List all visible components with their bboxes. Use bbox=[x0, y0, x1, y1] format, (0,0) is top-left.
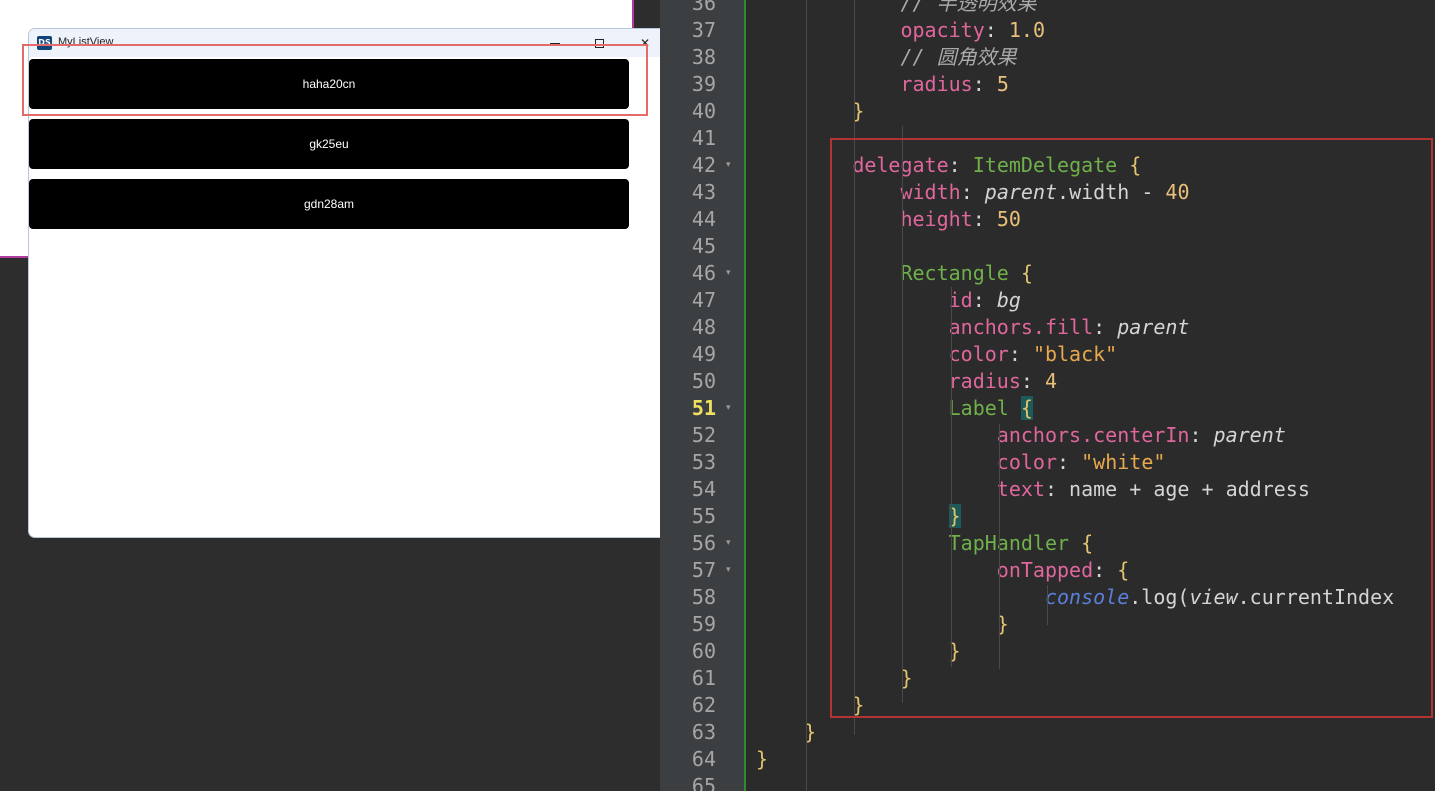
line-number: 40 bbox=[691, 99, 716, 123]
line-number: 43 bbox=[691, 180, 716, 204]
line-number: 62 bbox=[691, 693, 716, 717]
window-title: MyListView bbox=[58, 36, 114, 48]
code-line[interactable]: TapHandler { bbox=[949, 530, 1094, 557]
line-number: 57 bbox=[691, 558, 716, 582]
indent-guide bbox=[806, 0, 808, 791]
code-line[interactable]: anchors.fill: parent bbox=[949, 314, 1190, 341]
line-number: 63 bbox=[691, 720, 716, 744]
code-line[interactable]: radius: 4 bbox=[949, 368, 1057, 395]
indent-guide bbox=[854, 0, 856, 735]
line-number: 51 bbox=[691, 396, 716, 420]
line-number: 60 bbox=[691, 639, 716, 663]
line-number: 42 bbox=[691, 153, 716, 177]
code-line[interactable]: Label { bbox=[949, 395, 1033, 422]
list-item[interactable]: haha20cn bbox=[29, 59, 629, 109]
code-line[interactable]: opacity: 1.0 bbox=[900, 17, 1045, 44]
code-line[interactable]: // 圆角效果 bbox=[900, 44, 1016, 71]
list-item[interactable]: gdn28am bbox=[29, 179, 629, 229]
line-number: 46 bbox=[691, 261, 716, 285]
code-line[interactable]: // 半透明效果 bbox=[900, 0, 1036, 17]
fold-arrow-icon[interactable]: ▾ bbox=[726, 152, 736, 179]
line-number: 54 bbox=[691, 477, 716, 501]
fold-arrow-icon[interactable]: ▾ bbox=[726, 260, 736, 287]
code-editor[interactable]: 36 // 半透明效果 37 opacity: 1.0 38 // 圆角效果 39 radiu… bbox=[660, 0, 1435, 791]
code-line[interactable]: radius: 5 bbox=[900, 71, 1008, 98]
indent-guide bbox=[950, 287, 952, 667]
list-item[interactable]: gk25eu bbox=[29, 119, 629, 169]
line-number: 44 bbox=[691, 207, 716, 231]
minimize-button[interactable] bbox=[535, 32, 575, 54]
line-number: 55 bbox=[691, 504, 716, 528]
code-line[interactable]: color: "black" bbox=[949, 341, 1118, 368]
line-number: 36 bbox=[691, 0, 716, 15]
maximize-icon bbox=[594, 38, 604, 48]
indent-guide bbox=[902, 126, 904, 703]
line-number: 59 bbox=[691, 612, 716, 636]
close-icon: ✕ bbox=[639, 36, 651, 50]
line-number: 41 bbox=[691, 126, 716, 150]
line-number: 38 bbox=[691, 45, 716, 69]
list-item-label: gdn28am bbox=[303, 197, 355, 211]
code-line[interactable]: delegate: ItemDelegate { bbox=[852, 152, 1141, 179]
code-line[interactable]: onTapped: { bbox=[997, 557, 1129, 584]
fold-arrow-icon[interactable]: ▾ bbox=[726, 557, 736, 584]
code-line[interactable]: } bbox=[756, 746, 768, 773]
line-number: 48 bbox=[691, 315, 716, 339]
code-line[interactable]: id: bg bbox=[949, 287, 1021, 314]
line-number: 50 bbox=[691, 369, 716, 393]
line-number: 56 bbox=[691, 531, 716, 555]
line-number: 53 bbox=[691, 450, 716, 474]
list-item-label: gk25eu bbox=[309, 137, 349, 151]
minimize-icon bbox=[550, 42, 560, 44]
line-number: 61 bbox=[691, 666, 716, 690]
fold-arrow-icon[interactable]: ▾ bbox=[726, 395, 736, 422]
line-number: 65 bbox=[691, 774, 716, 791]
line-number: 52 bbox=[691, 423, 716, 447]
indent-guide bbox=[998, 424, 1000, 669]
line-number: 45 bbox=[691, 234, 716, 258]
code-line[interactable]: console.log(view.currentIndex bbox=[1045, 584, 1394, 611]
indent-guide bbox=[1046, 585, 1048, 625]
code-line[interactable]: height: 50 bbox=[900, 206, 1020, 233]
line-number: 47 bbox=[691, 288, 716, 312]
fold-arrow-icon[interactable]: ▾ bbox=[726, 530, 736, 557]
code-line[interactable]: width: parent.width - 40 bbox=[900, 179, 1189, 206]
app-icon: DS bbox=[37, 36, 52, 50]
window-titlebar[interactable]: DS MyListView ✕ bbox=[29, 29, 667, 57]
list-item-label: haha20cn bbox=[302, 77, 356, 91]
line-number: 58 bbox=[691, 585, 716, 609]
code-line[interactable]: color: "white" bbox=[997, 449, 1166, 476]
app-window: DS MyListView ✕ haha20cn gk25eu gdn28am bbox=[28, 28, 668, 538]
line-number: 37 bbox=[691, 18, 716, 42]
line-number: 39 bbox=[691, 72, 716, 96]
close-button[interactable]: ✕ bbox=[625, 32, 665, 54]
maximize-button[interactable] bbox=[579, 32, 619, 54]
code-line[interactable]: Rectangle { bbox=[900, 260, 1032, 287]
gutter-change-marker bbox=[744, 0, 746, 791]
line-number: 49 bbox=[691, 342, 716, 366]
code-line[interactable]: text: name + age + address bbox=[997, 476, 1310, 503]
code-line[interactable]: anchors.centerIn: parent bbox=[997, 422, 1286, 449]
line-number: 64 bbox=[691, 747, 716, 771]
